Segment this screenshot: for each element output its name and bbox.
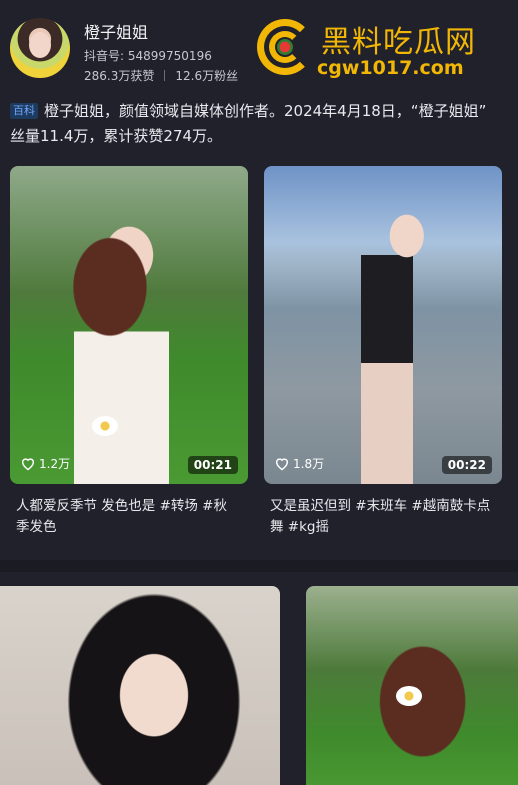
stats-divider <box>164 70 166 81</box>
watermark-logo: 黑料吃瓜网 cgw1017.com <box>255 17 505 83</box>
video-card-4[interactable] <box>306 586 518 785</box>
watermark-title: 黑料吃瓜网 <box>321 25 476 60</box>
video-caption-2[interactable]: 又是虽迟但到 #末班车 #越南鼓卡点 舞 #kg摇 <box>270 496 500 538</box>
profile-stats: 286.3万获赞 12.6万粉丝 <box>84 67 238 84</box>
caption-line: 人都爱反季节 发色也是 #转场 #秋 <box>16 498 227 514</box>
caption-line: 又是虽迟但到 #末班车 #越南鼓卡点 <box>270 498 491 514</box>
section-divider <box>0 560 518 572</box>
intro-line-1: 橙子姐姐，颜值领域自媒体创作者。2024年4月18日，“橙子姐姐” <box>44 102 487 120</box>
flower-hairpin <box>396 686 422 706</box>
video-duration: 00:22 <box>441 456 492 474</box>
likes-count: 286.3万获赞 <box>84 69 155 83</box>
heart-icon <box>275 458 289 471</box>
profile-name[interactable]: 橙子姐姐 <box>84 19 148 43</box>
avatar[interactable] <box>10 18 70 78</box>
baike-badge: 百科 <box>10 103 38 119</box>
caption-line: 舞 #kg摇 <box>270 519 329 535</box>
video-duration: 00:21 <box>187 456 238 474</box>
video-caption-1[interactable]: 人都爱反季节 发色也是 #转场 #秋 季发色 <box>16 496 246 538</box>
fans-count: 12.6万粉丝 <box>175 69 239 83</box>
douyin-id: 抖音号: 54899750196 <box>84 49 212 63</box>
profile-header: 橙子姐姐 抖音号: 54899750196 286.3万获赞 12.6万粉丝 黑… <box>0 0 518 92</box>
video-likes-count: 1.8万 <box>293 457 325 471</box>
profile-intro[interactable]: 百科 橙子姐姐，颜值领域自媒体创作者。2024年4月18日，“橙子姐姐” 丝量11… <box>10 99 518 149</box>
video-card-1[interactable]: 1.2万 00:21 <box>10 166 248 484</box>
video-likes: 1.2万 <box>20 455 70 472</box>
watermelon-icon <box>277 39 293 55</box>
intro-line-2: 丝量11.4万，累计获赞274万。 <box>10 127 223 145</box>
caption-line: 季发色 <box>16 519 57 535</box>
heart-icon <box>21 458 35 471</box>
video-likes-count: 1.2万 <box>39 457 71 471</box>
watermark-url: cgw1017.com <box>317 57 464 79</box>
video-card-2[interactable]: 1.8万 00:22 <box>264 166 502 484</box>
flower-hairpin <box>92 416 118 436</box>
video-likes: 1.8万 <box>274 455 324 472</box>
video-card-3[interactable] <box>0 586 280 785</box>
